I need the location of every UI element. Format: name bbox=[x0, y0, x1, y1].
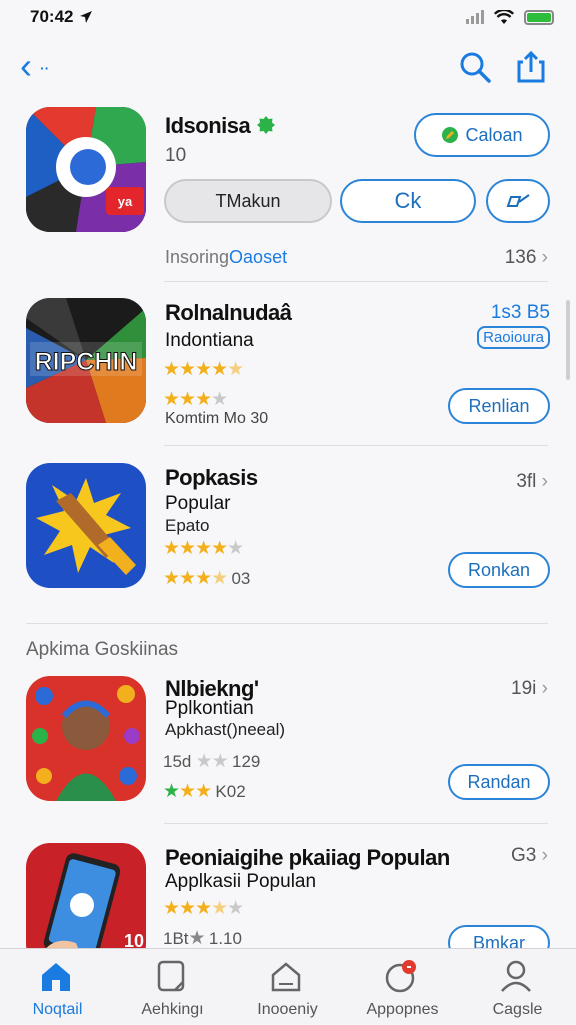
app-title: Popkasis bbox=[165, 465, 258, 491]
rating-stars: ★★★★★ bbox=[163, 537, 243, 560]
home-icon bbox=[38, 959, 74, 993]
location-arrow-icon bbox=[79, 10, 93, 24]
app-subtitle: Applkasii Populan bbox=[165, 871, 316, 893]
app-category: Apkhast()neeal) bbox=[165, 720, 285, 740]
tablet-icon bbox=[153, 959, 189, 993]
section-title: Apkima Goskiinas bbox=[26, 639, 178, 661]
apps-badge-icon bbox=[383, 959, 419, 993]
featured-app: ya Idsonisa 10 Caloan TMakun Ck Insoring… bbox=[0, 105, 576, 280]
tab-browse[interactable]: Inooeniy bbox=[230, 949, 345, 1025]
list-item[interactable]: Nlbiekng' Pplkontian Apkhast()neeal) 15d… bbox=[0, 668, 576, 818]
back-dots[interactable]: ·· bbox=[40, 60, 49, 76]
tab-profile[interactable]: Cagsle bbox=[460, 949, 575, 1025]
app-icon bbox=[26, 463, 146, 588]
chevron-right-icon: › bbox=[542, 471, 548, 492]
rating-stars: 15d ★★ 129 bbox=[163, 750, 260, 773]
app-meta[interactable]: 19i › bbox=[511, 678, 548, 700]
get-button[interactable]: Bmkar bbox=[448, 925, 550, 950]
app-meta[interactable]: 3fl › bbox=[516, 471, 548, 493]
scrollbar[interactable] bbox=[566, 300, 570, 380]
svg-text:RIPCHIN: RIPCHIN bbox=[35, 348, 138, 376]
app-title: Peoniaigihe pkaiiag Populan bbox=[165, 845, 450, 871]
list-item[interactable]: Popkasis Popular Epato ★★★★★ ★★★★ 03 3fl… bbox=[0, 455, 576, 620]
app-icon: RIPCHIN bbox=[26, 298, 146, 423]
app-subtitle: Pplkontian bbox=[165, 698, 254, 720]
ok-button[interactable]: Ck bbox=[340, 179, 476, 223]
rating-stars-secondary: ★★★★ 03 bbox=[163, 567, 250, 590]
status-time: 70:42 bbox=[30, 7, 73, 27]
link-button[interactable] bbox=[486, 179, 550, 223]
divider bbox=[26, 623, 548, 624]
app-icon bbox=[26, 676, 146, 801]
get-button[interactable]: Ronkan bbox=[448, 552, 550, 588]
rating-stars-secondary: 1Bt★ 1.10 bbox=[163, 927, 242, 950]
app-subtitle: Popular bbox=[165, 493, 231, 515]
rating-stars-secondary: ★★★★ bbox=[163, 388, 227, 411]
app-title: Rolnalnudaâ bbox=[165, 300, 292, 326]
search-icon[interactable] bbox=[458, 50, 492, 84]
rating-stars-secondary: ★★★ K02 bbox=[163, 780, 246, 803]
verified-badge-icon bbox=[256, 115, 276, 135]
tab-home[interactable]: Noqtail bbox=[0, 949, 115, 1025]
divider bbox=[164, 281, 548, 282]
battery-icon bbox=[524, 10, 554, 25]
featured-app-subtitle: 10 bbox=[165, 145, 186, 167]
back-chevron-icon[interactable]: ‹ bbox=[20, 48, 32, 84]
list-item[interactable]: 10 Peoniaigihe pkaiiag Populan Applkasii… bbox=[0, 835, 576, 950]
app-icon: 10 bbox=[26, 843, 146, 950]
chevron-right-icon: › bbox=[542, 678, 548, 699]
tab-updates[interactable]: Appopnes bbox=[345, 949, 460, 1025]
featured-app-icon[interactable]: ya bbox=[26, 107, 146, 232]
status-bar: 70:42 bbox=[0, 0, 576, 34]
rating-stars: ★★★★★ bbox=[163, 897, 243, 920]
price-tag: Raoioura bbox=[477, 326, 550, 349]
primary-action-button[interactable]: Caloan bbox=[414, 113, 550, 157]
svg-text:ya: ya bbox=[118, 194, 133, 209]
app-meta[interactable]: G3 › bbox=[511, 845, 548, 867]
price-block: 1s3 B5 Raoioura bbox=[477, 302, 550, 349]
tab-bar: Noqtail Aehkingı Inooeniy Appopnes Cagsl… bbox=[0, 948, 576, 1024]
wifi-icon bbox=[494, 10, 514, 25]
chevron-right-icon: › bbox=[542, 247, 548, 268]
featured-app-title: Idsonisa bbox=[165, 113, 276, 139]
list-item[interactable]: RIPCHIN Rolnalnudaâ Indontiana ★★★★★ ★★★… bbox=[0, 290, 576, 445]
edit-arrow-icon bbox=[505, 192, 531, 210]
rating-stars: ★★★★★ bbox=[163, 358, 243, 381]
tab-apps[interactable]: Aehkingı bbox=[115, 949, 230, 1025]
secondary-button[interactable]: TMakun bbox=[164, 179, 332, 223]
get-button[interactable]: Randan bbox=[448, 764, 550, 800]
share-icon[interactable] bbox=[514, 50, 548, 84]
featured-link[interactable]: InsoringOaoset bbox=[165, 247, 287, 268]
app-meta-text: Komtim Mo 30 bbox=[165, 410, 268, 428]
pencil-icon bbox=[441, 126, 459, 144]
app-category: Epato bbox=[165, 516, 209, 536]
featured-meta[interactable]: 136 › bbox=[505, 247, 548, 269]
app-subtitle: Indontiana bbox=[165, 330, 254, 352]
house-outline-icon bbox=[268, 959, 304, 993]
signal-icon bbox=[466, 10, 484, 24]
person-icon bbox=[498, 959, 534, 993]
navigation-bar: ‹ ·· bbox=[0, 42, 576, 92]
get-button[interactable]: Renlian bbox=[448, 388, 550, 424]
price-text: 1s3 B5 bbox=[477, 302, 550, 324]
divider bbox=[164, 445, 548, 446]
divider bbox=[164, 823, 548, 824]
chevron-right-icon: › bbox=[542, 845, 548, 866]
